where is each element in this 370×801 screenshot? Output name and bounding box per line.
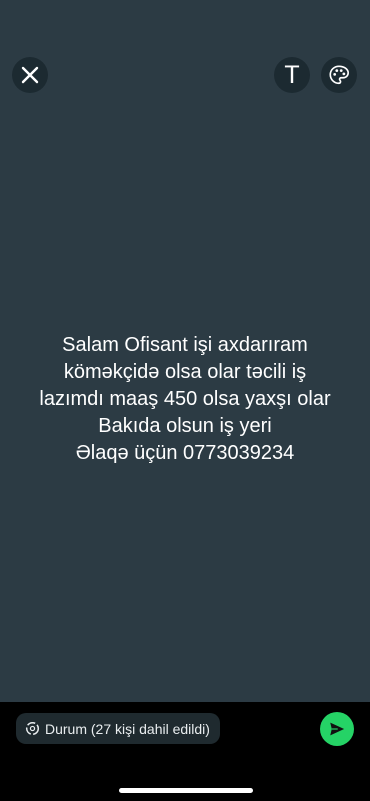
text-tool-button[interactable]: T	[274, 57, 310, 93]
status-line: Salam Ofisant işi axdarıram	[62, 334, 308, 356]
status-audience-label: Durum (27 kişi dahil edildi)	[45, 720, 210, 737]
status-message: Salam Ofisant işi axdarıram köməkçidə ol…	[0, 332, 370, 467]
color-palette-button[interactable]	[321, 57, 357, 93]
palette-icon	[329, 65, 349, 85]
status-ring-icon	[25, 721, 40, 736]
text-tool-icon: T	[284, 60, 300, 89]
status-line: Əlaqə üçün 0773039234	[75, 442, 295, 464]
close-button[interactable]	[12, 57, 48, 93]
send-icon	[330, 722, 345, 736]
home-indicator	[119, 788, 253, 793]
send-button[interactable]	[320, 712, 354, 746]
status-canvas: T Salam Ofisant işi axdarıram köməkçidə …	[0, 0, 370, 702]
status-line: Bakıda olsun iş yeri	[98, 415, 272, 437]
status-audience-button[interactable]: Durum (27 kişi dahil edildi)	[16, 713, 220, 744]
close-icon	[21, 66, 39, 84]
status-line: lazımdı maaş 450 olsa yaxşı olar	[39, 388, 331, 410]
status-line: köməkçidə olsa olar təcili iş	[63, 361, 307, 383]
